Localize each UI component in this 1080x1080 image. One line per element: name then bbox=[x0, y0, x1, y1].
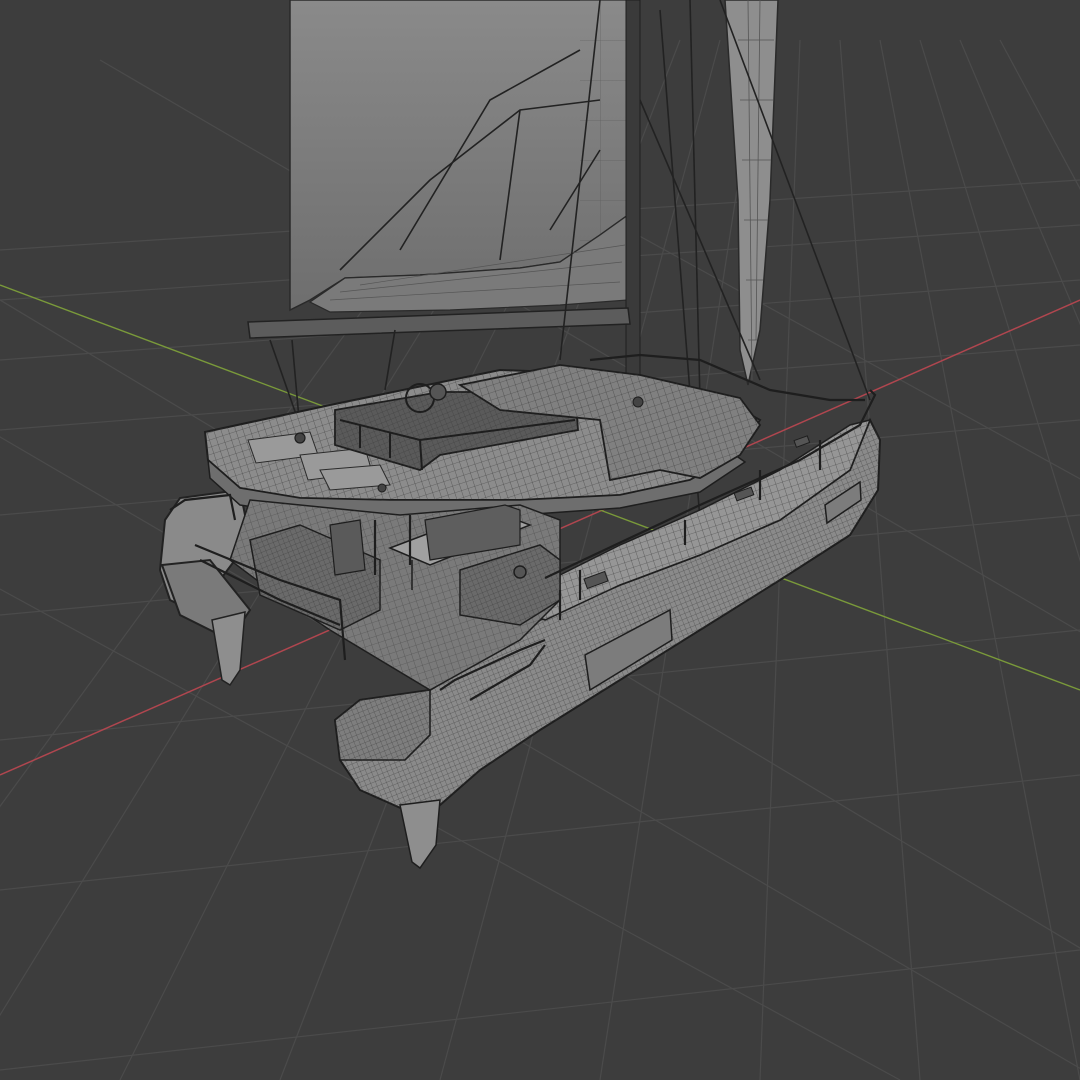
3d-viewport[interactable] bbox=[0, 0, 1080, 1080]
boom[interactable] bbox=[247, 307, 631, 339]
starboard-rudder bbox=[399, 799, 441, 870]
viewport-canvas[interactable] bbox=[0, 0, 1080, 1080]
winch-2 bbox=[294, 432, 306, 444]
catamaran-model[interactable] bbox=[158, 0, 882, 870]
winch-1 bbox=[513, 565, 527, 579]
deck-hatch-3 bbox=[793, 435, 811, 448]
port-rudder bbox=[211, 611, 246, 687]
